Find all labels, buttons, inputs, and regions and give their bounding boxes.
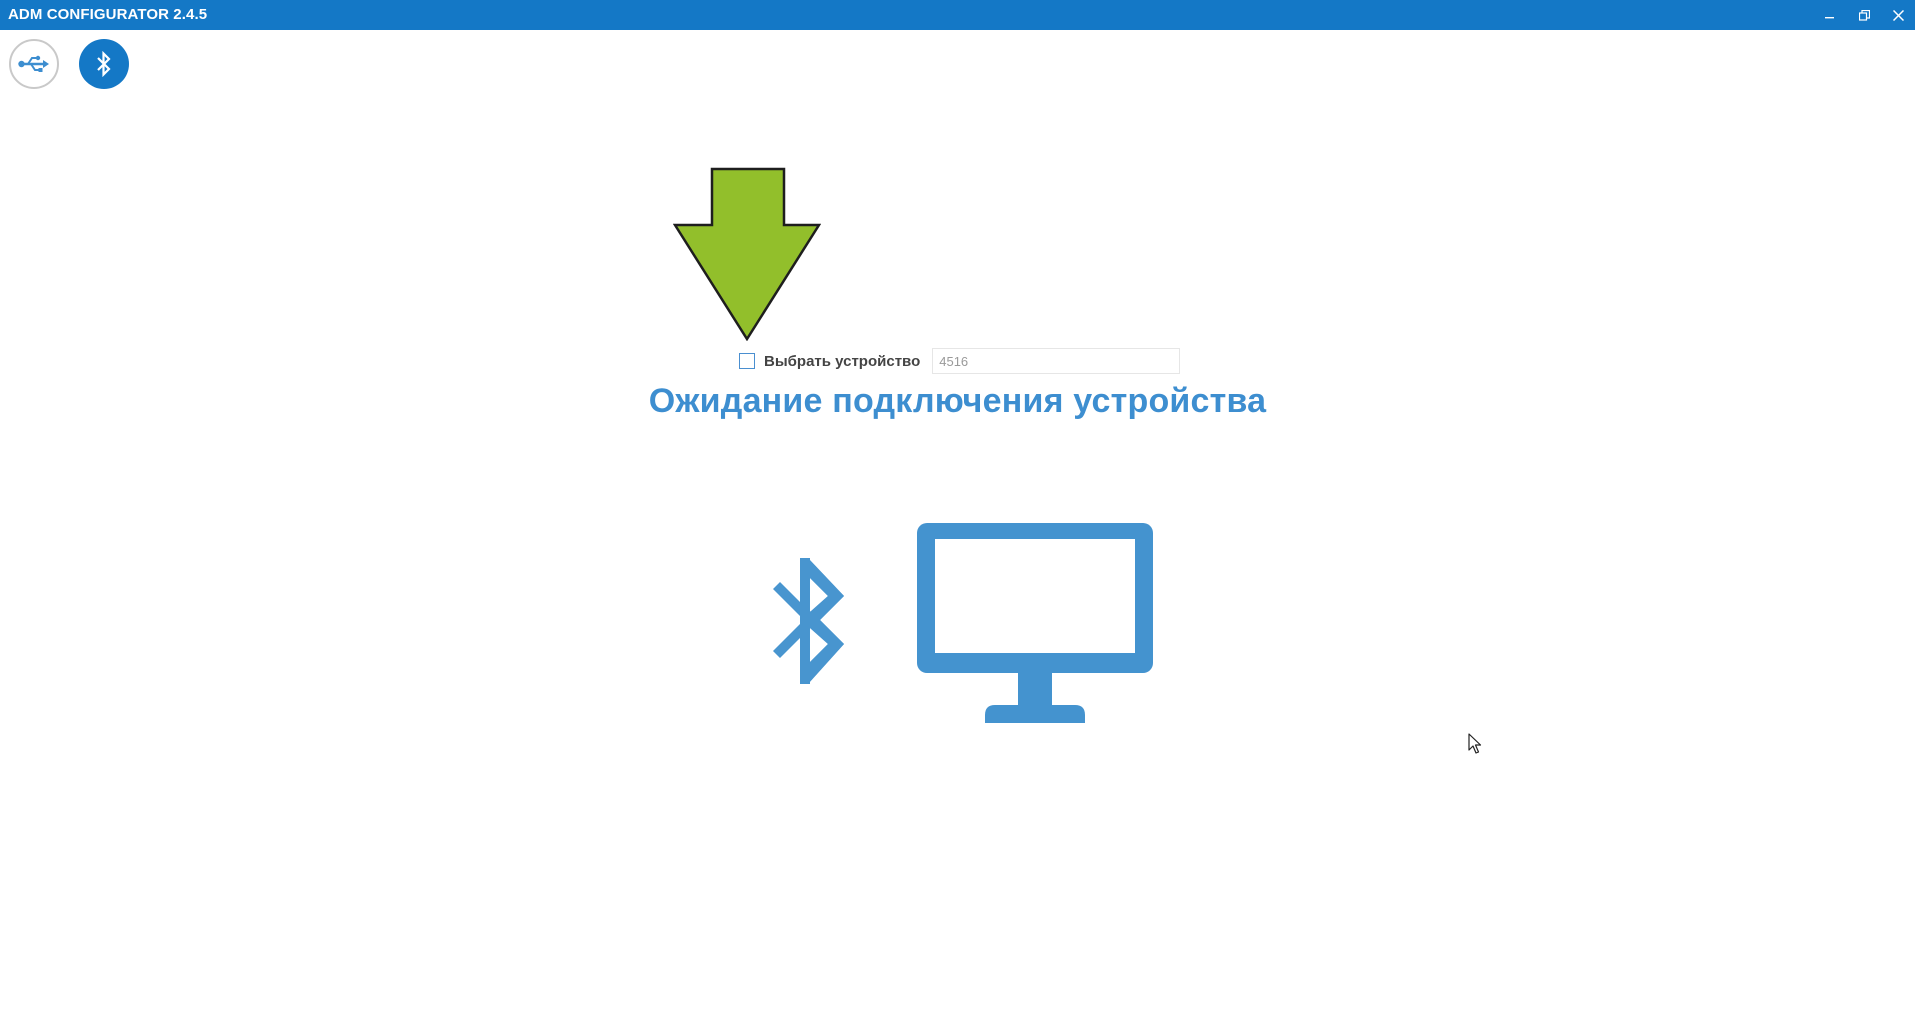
select-device-label[interactable]: Выбрать устройство (764, 353, 920, 370)
bluetooth-connection-button[interactable] (79, 39, 129, 89)
device-select-row: Выбрать устройство (739, 348, 1181, 374)
status-title: Ожидание подключения устройства (648, 382, 1267, 420)
close-icon (1892, 9, 1904, 21)
usb-connection-button[interactable] (9, 39, 59, 89)
restore-icon (1858, 9, 1870, 21)
title-bar: ADM CONFIGURATOR 2.4.5 (0, 0, 1915, 30)
monitor-icon (917, 523, 1153, 723)
minimize-button[interactable] (1813, 0, 1847, 30)
bluetooth-large-icon (773, 558, 844, 684)
app-title: ADM CONFIGURATOR 2.4.5 (8, 6, 208, 23)
arrow-down-icon (673, 167, 821, 341)
bluetooth-icon (97, 51, 111, 77)
window-controls (1813, 0, 1915, 30)
mouse-cursor-icon (1468, 733, 1482, 754)
select-device-checkbox[interactable] (739, 353, 755, 369)
minimize-icon (1825, 17, 1834, 19)
device-id-input[interactable] (932, 348, 1181, 374)
restore-button[interactable] (1847, 0, 1881, 30)
close-button[interactable] (1881, 0, 1915, 30)
usb-icon (18, 55, 49, 72)
